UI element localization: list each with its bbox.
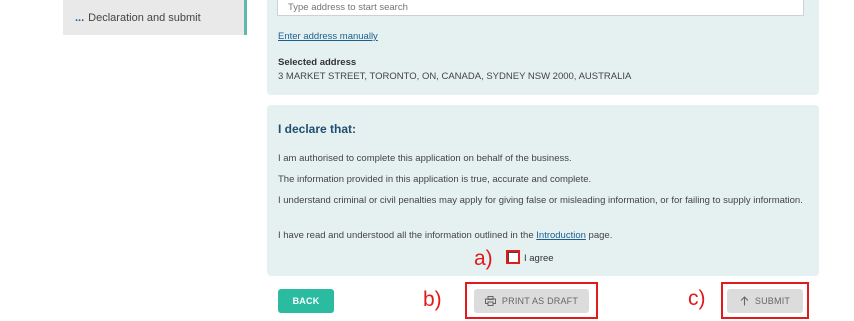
declaration-panel: I declare that: I am authorised to compl… xyxy=(267,105,819,276)
agree-label: I agree xyxy=(524,252,554,264)
declaration-title: I declare that: xyxy=(278,122,357,136)
declaration-statement: I understand criminal or civil penalties… xyxy=(278,195,803,206)
submit-label: SUBMIT xyxy=(754,296,791,306)
declaration-statement-introduction: I have read and understood all the infor… xyxy=(278,229,813,242)
address-panel: Enter address manually Selected address … xyxy=(267,0,819,95)
statement-prefix: I have read and understood all the infor… xyxy=(278,230,537,241)
statement-suffix: page. xyxy=(585,230,613,241)
annotation-a: a) xyxy=(474,247,493,270)
print-as-draft-button[interactable]: PRINT AS DRAFT xyxy=(474,289,589,313)
address-search-input[interactable] xyxy=(277,0,804,16)
print-as-draft-label: PRINT AS DRAFT xyxy=(501,296,579,306)
annotation-b: b) xyxy=(423,288,442,311)
selected-address-value: 3 MARKET STREET, TORONTO, ON, CANADA, SY… xyxy=(278,71,632,82)
annotation-c: c) xyxy=(688,287,706,310)
submit-button[interactable]: SUBMIT xyxy=(727,289,803,313)
back-button[interactable]: BACK xyxy=(278,289,334,313)
declaration-statement: I am authorised to complete this applica… xyxy=(278,153,572,164)
highlight-box-a xyxy=(506,250,520,264)
selected-address-label: Selected address xyxy=(278,57,357,68)
introduction-link[interactable]: Introduction xyxy=(536,230,586,241)
printer-icon xyxy=(484,296,496,306)
arrow-up-icon xyxy=(740,296,749,306)
declaration-statement: The information provided in this applica… xyxy=(278,174,592,185)
enter-address-manually-link[interactable]: Enter address manually xyxy=(278,31,378,42)
ellipsis-icon: ... xyxy=(75,11,85,24)
sidebar-item-label: Declaration and submit xyxy=(88,11,201,24)
sidebar-item-declaration[interactable]: ... Declaration and submit xyxy=(63,0,247,35)
